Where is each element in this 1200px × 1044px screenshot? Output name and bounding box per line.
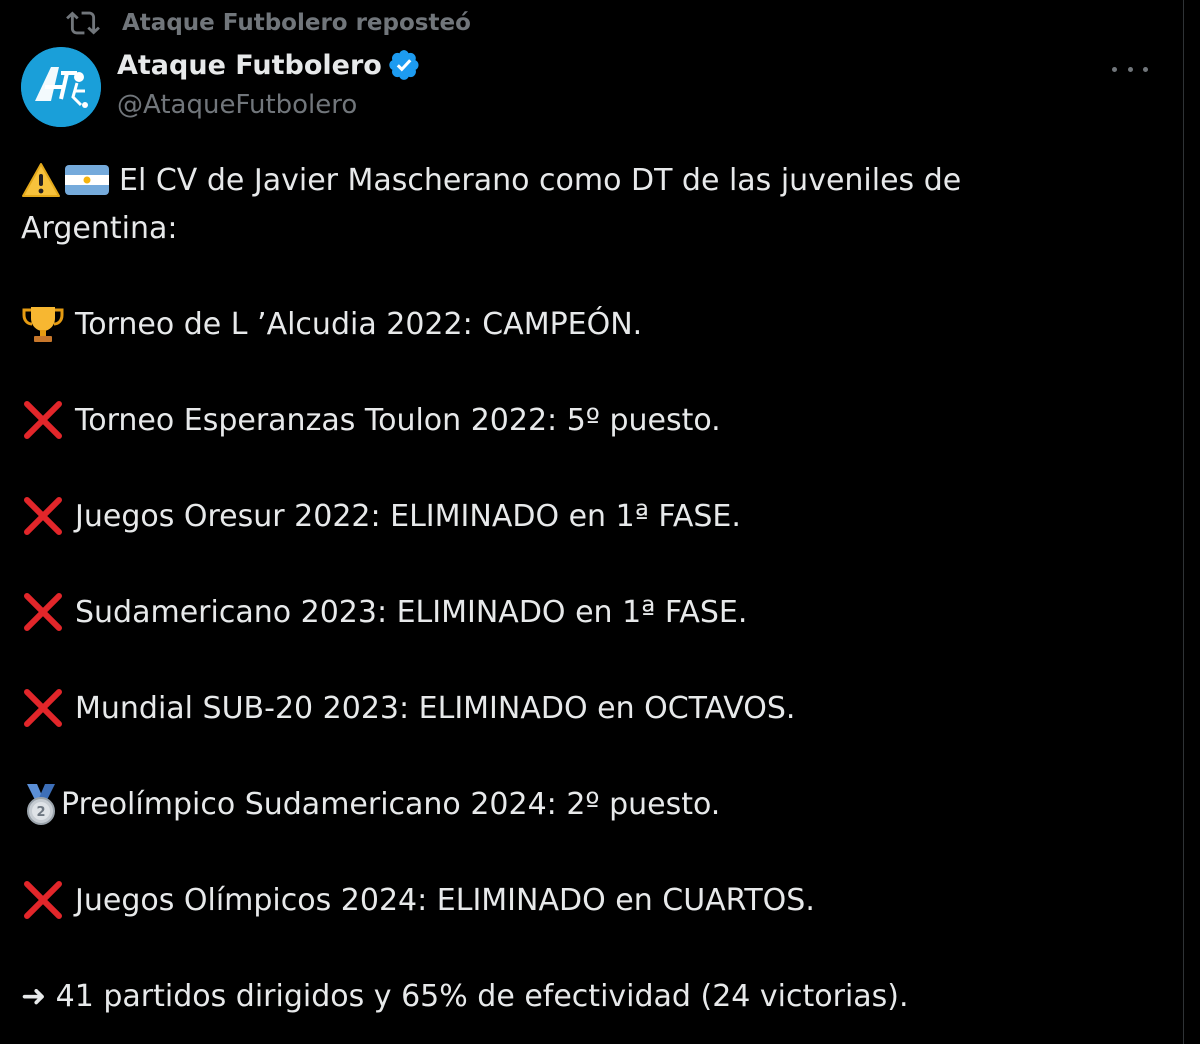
author-name-text: Ataque Futbolero [117, 49, 382, 81]
summary-text: ➜ 41 partidos dirigidos y 65% de efectiv… [21, 978, 909, 1014]
tweet-intro-text: El CV de Javier Mascherano como DT de la… [119, 162, 962, 198]
list-item-text: Sudamericano 2023: ELIMINADO en 1ª FASE. [75, 594, 748, 630]
cross-mark-icon [21, 496, 65, 536]
list-item-text: Juegos Olímpicos 2024: ELIMINADO en CUAR… [75, 882, 815, 918]
list-item: Juegos Olímpicos 2024: ELIMINADO en CUAR… [21, 876, 815, 924]
list-item: Sudamericano 2023: ELIMINADO en 1ª FASE. [21, 588, 747, 636]
tweet-intro-line: El CV de Javier Mascherano como DT de la… [21, 156, 961, 204]
post-card[interactable]: Ataque Futbolero reposteó Ataque Futbole… [0, 0, 1184, 1044]
warning-icon [21, 162, 61, 198]
cross-mark-icon [21, 688, 65, 728]
list-item-text: Torneo de L ’Alcudia 2022: CAMPEÓN. [75, 306, 643, 342]
list-item: Mundial SUB-20 2023: ELIMINADO en OCTAVO… [21, 684, 795, 732]
cross-mark-icon [21, 880, 65, 920]
repost-icon [66, 11, 100, 35]
avatar[interactable] [21, 47, 101, 127]
list-item: 2 Preolímpico Sudamericano 2024: 2º pues… [21, 780, 720, 828]
argentina-flag-icon [65, 165, 109, 195]
tweet-summary: ➜ 41 partidos dirigidos y 65% de efectiv… [21, 972, 909, 1020]
list-item-text: Preolímpico Sudamericano 2024: 2º puesto… [61, 786, 721, 822]
list-item: Torneo de L ’Alcudia 2022: CAMPEÓN. [21, 300, 642, 348]
author-name[interactable]: Ataque Futbolero [117, 48, 421, 82]
silver-medal-icon: 2 [21, 782, 61, 826]
author-handle[interactable]: @AtaqueFutbolero [117, 90, 357, 120]
list-item-text: Torneo Esperanzas Toulon 2022: 5º puesto… [75, 402, 721, 438]
list-item-text: Mundial SUB-20 2023: ELIMINADO en OCTAVO… [75, 690, 796, 726]
more-options-icon[interactable] [1112, 54, 1148, 84]
avatar-logo-icon [21, 47, 101, 127]
tweet-intro-text-2: Argentina: [21, 210, 178, 246]
cross-mark-icon [21, 400, 65, 440]
list-item-text: Juegos Oresur 2022: ELIMINADO en 1ª FASE… [75, 498, 741, 534]
trophy-icon [21, 304, 65, 344]
svg-text:2: 2 [36, 805, 45, 820]
repost-indicator[interactable]: Ataque Futbolero reposteó [66, 6, 471, 40]
list-item: Juegos Oresur 2022: ELIMINADO en 1ª FASE… [21, 492, 741, 540]
repost-text: Ataque Futbolero reposteó [122, 10, 471, 36]
verified-badge-icon[interactable] [387, 48, 421, 82]
cross-mark-icon [21, 592, 65, 632]
list-item: Torneo Esperanzas Toulon 2022: 5º puesto… [21, 396, 721, 444]
tweet-intro-line-2: Argentina: [21, 204, 177, 252]
